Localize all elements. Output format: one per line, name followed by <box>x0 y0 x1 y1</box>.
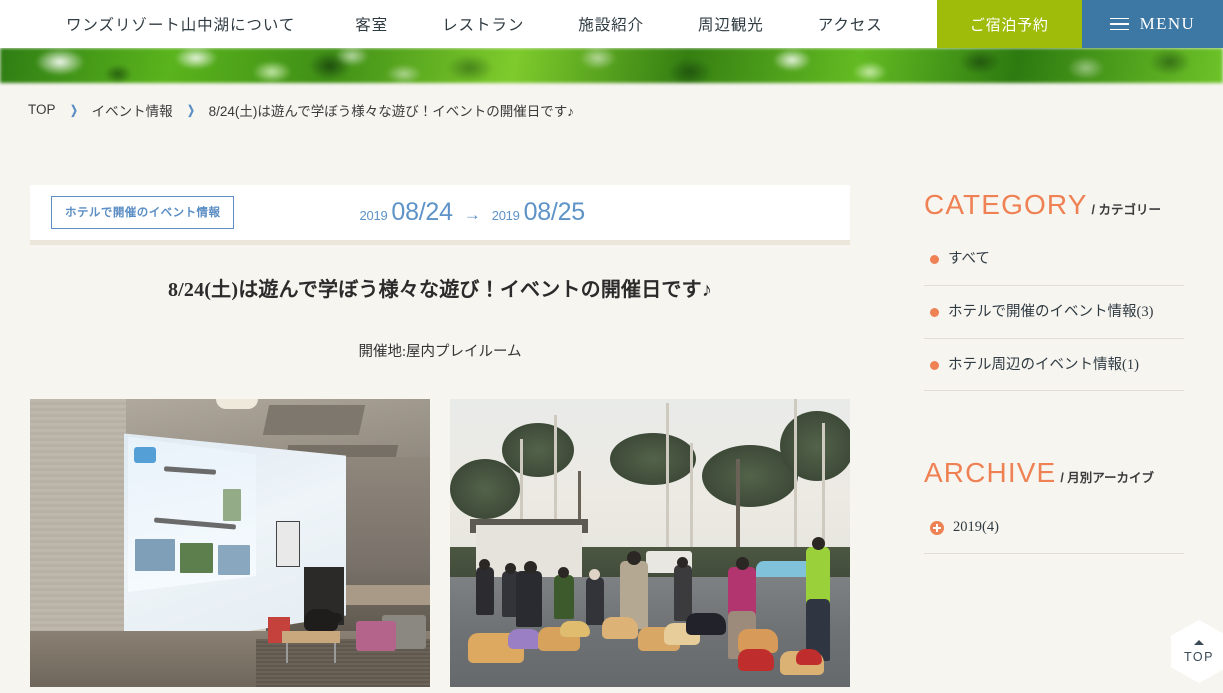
page-title: 8/24(土)は遊んで学ぼう様々な遊び！イベントの開催日です♪ <box>167 279 713 301</box>
event-photo-outdoor <box>450 399 850 687</box>
category-heading-en: CATEGORY <box>924 189 1088 220</box>
archive-label: 2019(4) <box>953 519 999 536</box>
event-date-range: 2019 08/24 → 2019 08/25 <box>234 198 850 227</box>
sidebar-item-category-nearby-events[interactable]: ホテル周辺のイベント情報(1) <box>924 355 1184 392</box>
site-header: ワンズリゾート山中湖について 客室 レストラン 施設紹介 周辺観光 アクセス ご… <box>0 0 1223 48</box>
menu-button[interactable]: MENU <box>1081 0 1223 48</box>
nav-item-access[interactable]: アクセス <box>818 13 883 35</box>
breadcrumb-section[interactable]: イベント情報 <box>92 100 173 120</box>
event-start-year: 2019 <box>359 208 388 223</box>
menu-button-label: MENU <box>1139 14 1196 33</box>
chevron-right-icon: ❯ <box>69 102 78 117</box>
archive-heading-en: ARCHIVE <box>924 457 1057 489</box>
hamburger-icon <box>1109 17 1129 31</box>
primary-navigation: ワンズリゾート山中湖について 客室 レストラン 施設紹介 周辺観光 アクセス <box>0 0 937 48</box>
plus-circle-icon <box>930 521 944 536</box>
archive-heading-ja: / 月別アーカイブ <box>1060 471 1155 486</box>
sidebar-item-category-all[interactable]: すべて <box>924 249 1184 286</box>
date-arrow-icon: → <box>463 205 481 224</box>
bullet-icon <box>930 360 939 370</box>
archive-section: ARCHIVE / 月別アーカイブ 2019(4) <box>924 407 1184 554</box>
event-venue: 開催地:屋内プレイルーム <box>358 344 522 360</box>
caret-up-icon <box>1194 639 1204 645</box>
reserve-button[interactable]: ご宿泊予約 <box>936 0 1082 48</box>
event-category-badge[interactable]: ホテルで開催のイベント情報 <box>51 196 235 229</box>
nav-item-about[interactable]: ワンズリゾート山中湖について <box>66 13 295 35</box>
category-heading: CATEGORY / カテゴリー <box>924 189 1184 249</box>
page-body: ホテルで開催のイベント情報 2019 08/24 → 2019 08/25 8/… <box>0 136 1223 687</box>
foliage-banner-image <box>0 48 1223 83</box>
event-article: ホテルで開催のイベント情報 2019 08/24 → 2019 08/25 8/… <box>30 185 850 687</box>
chevron-right-icon: ❯ <box>186 102 195 117</box>
event-photo-indoor <box>30 399 430 687</box>
category-heading-ja: / カテゴリー <box>1091 203 1161 217</box>
sidebar-item-category-hotel-events[interactable]: ホテルで開催のイベント情報(3) <box>924 302 1184 339</box>
category-label: すべて <box>948 251 990 267</box>
archive-heading: ARCHIVE / 月別アーカイブ <box>924 457 1184 517</box>
nav-item-restaurant[interactable]: レストラン <box>442 13 524 35</box>
event-end-date: 08/25 <box>523 198 586 226</box>
category-label: ホテルで開催のイベント情報(3) <box>948 303 1154 320</box>
event-photo-gallery <box>30 361 850 687</box>
scroll-to-top-label: TOP <box>1184 649 1214 664</box>
breadcrumb-current: 8/24(土)は遊んで学ぼう様々な遊び！イベントの開催日です♪ <box>208 103 574 119</box>
nav-item-rooms[interactable]: 客室 <box>355 13 388 35</box>
nav-item-facilities[interactable]: 施設紹介 <box>578 13 644 35</box>
sidebar: CATEGORY / カテゴリー すべて ホテルで開催のイベント情報(3) ホテ… <box>924 185 1184 687</box>
breadcrumb: TOP ❯ イベント情報 ❯ 8/24(土)は遊んで学ぼう様々な遊び！イベントの… <box>0 83 1223 136</box>
breadcrumb-top[interactable]: TOP <box>28 102 56 117</box>
category-label: ホテル周辺のイベント情報(1) <box>948 356 1139 373</box>
nav-item-sightseeing[interactable]: 周辺観光 <box>698 13 764 35</box>
event-start-date: 08/24 <box>391 198 453 226</box>
category-section: CATEGORY / カテゴリー すべて ホテルで開催のイベント情報(3) ホテ… <box>924 189 1184 392</box>
bullet-icon <box>930 255 939 264</box>
event-end-year: 2019 <box>491 208 520 223</box>
sidebar-item-archive-2019[interactable]: 2019(4) <box>924 517 1184 554</box>
bullet-icon <box>930 307 939 317</box>
event-meta-card: ホテルで開催のイベント情報 2019 08/24 → 2019 08/25 <box>30 185 850 245</box>
